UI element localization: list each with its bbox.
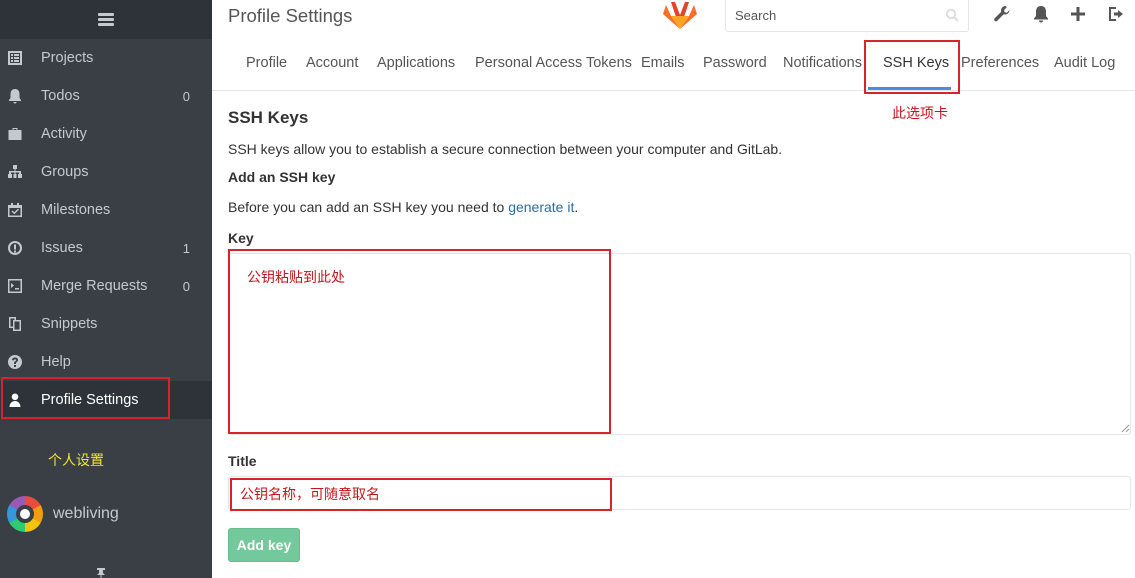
issues-count: 1 [182, 240, 190, 256]
settings-tabs: Profile Account Applications Personal Ac… [212, 38, 1135, 91]
tab-notifications[interactable]: Notifications [783, 55, 862, 71]
sign-out-icon[interactable] [1107, 5, 1125, 23]
sidebar-item-projects[interactable]: Projects [0, 39, 212, 77]
tab-personal-access-tokens[interactable]: Personal Access Tokens [475, 55, 632, 71]
sidebar-item-profile-settings[interactable]: Profile Settings [0, 381, 212, 419]
merge-request-icon [7, 278, 23, 294]
plus-icon[interactable] [1069, 5, 1087, 23]
briefcase-icon [7, 126, 23, 142]
bell-icon [7, 88, 23, 104]
gitlab-logo-icon[interactable] [660, 0, 700, 30]
clipboard-icon [7, 316, 23, 332]
sidebar-item-label: Milestones [41, 202, 111, 218]
key-label: Key [228, 230, 254, 246]
sidebar-item-label: Help [41, 354, 71, 370]
projects-icon [7, 50, 23, 66]
key-textarea[interactable] [228, 253, 1131, 435]
wrench-icon[interactable] [993, 5, 1011, 23]
sidebar-item-groups[interactable]: Groups [0, 153, 212, 191]
active-tab-indicator [868, 87, 951, 90]
annotation-title-note: 公钥名称，可随意取名 [240, 486, 380, 502]
hamburger-icon[interactable] [98, 13, 114, 26]
tab-preferences[interactable]: Preferences [961, 55, 1039, 71]
user-name: webliving [53, 505, 119, 522]
add-key-button[interactable]: Add key [228, 528, 300, 562]
sidebar-item-label: Groups [41, 164, 89, 180]
sidebar-item-label: Activity [41, 126, 87, 142]
sidebar-item-label: Snippets [41, 316, 98, 332]
sidebar-item-activity[interactable]: Activity [0, 115, 212, 153]
generate-instructions: Before you can add an SSH key you need t… [228, 199, 578, 215]
exclamation-circle-icon [7, 240, 23, 256]
search-icon[interactable] [945, 8, 959, 22]
pin-icon[interactable] [94, 566, 108, 578]
tab-account[interactable]: Account [306, 55, 358, 71]
sidebar-item-issues[interactable]: Issues 1 [0, 229, 212, 267]
sidebar-toggle[interactable] [0, 0, 212, 39]
tab-audit-log[interactable]: Audit Log [1054, 55, 1115, 71]
add-ssh-key-heading: Add an SSH key [228, 169, 336, 185]
merge-requests-count: 0 [182, 278, 190, 294]
user-profile[interactable]: webliving [7, 496, 119, 532]
sitemap-icon [7, 164, 23, 180]
resize-grip-icon[interactable] [1120, 423, 1130, 433]
tab-emails[interactable]: Emails [641, 55, 685, 71]
calendar-check-icon [7, 202, 23, 218]
sidebar-item-merge-requests[interactable]: Merge Requests 0 [0, 267, 212, 305]
sidebar-item-label: Todos [41, 88, 80, 104]
page-title: Profile Settings [228, 5, 353, 26]
sidebar-item-milestones[interactable]: Milestones [0, 191, 212, 229]
top-header: Profile Settings [212, 0, 1135, 38]
section-heading: SSH Keys [228, 108, 309, 127]
search-input[interactable] [735, 1, 945, 29]
title-label: Title [228, 453, 257, 469]
tab-ssh-keys[interactable]: SSH Keys [883, 55, 949, 71]
tab-applications[interactable]: Applications [377, 55, 455, 71]
sidebar-item-label: Issues [41, 240, 83, 256]
sidebar-item-label: Merge Requests [41, 278, 148, 294]
user-icon [7, 392, 23, 408]
sidebar-item-todos[interactable]: Todos 0 [0, 77, 212, 115]
avatar[interactable] [7, 496, 43, 532]
sidebar-item-label: Projects [41, 50, 94, 66]
search-box[interactable] [725, 0, 969, 32]
sidebar-item-snippets[interactable]: Snippets [0, 305, 212, 343]
generate-prefix: Before you can add an SSH key you need t… [228, 199, 505, 215]
section-description: SSH keys allow you to establish a secure… [228, 141, 783, 157]
question-circle-icon [7, 354, 23, 370]
annotation-tab-note: 此选项卡 [892, 105, 948, 121]
generate-it-link[interactable]: generate it [508, 199, 574, 215]
generate-suffix: . [574, 199, 579, 215]
annotation-sidebar-note: 个人设置 [48, 452, 104, 468]
annotation-key-note: 公钥粘贴到此处 [247, 269, 345, 285]
todos-count: 0 [182, 88, 190, 104]
bell-icon[interactable] [1032, 5, 1050, 23]
sidebar-item-help[interactable]: Help [0, 343, 212, 381]
tab-profile[interactable]: Profile [246, 55, 287, 71]
sidebar-item-label: Profile Settings [41, 392, 139, 408]
tab-password[interactable]: Password [703, 55, 767, 71]
